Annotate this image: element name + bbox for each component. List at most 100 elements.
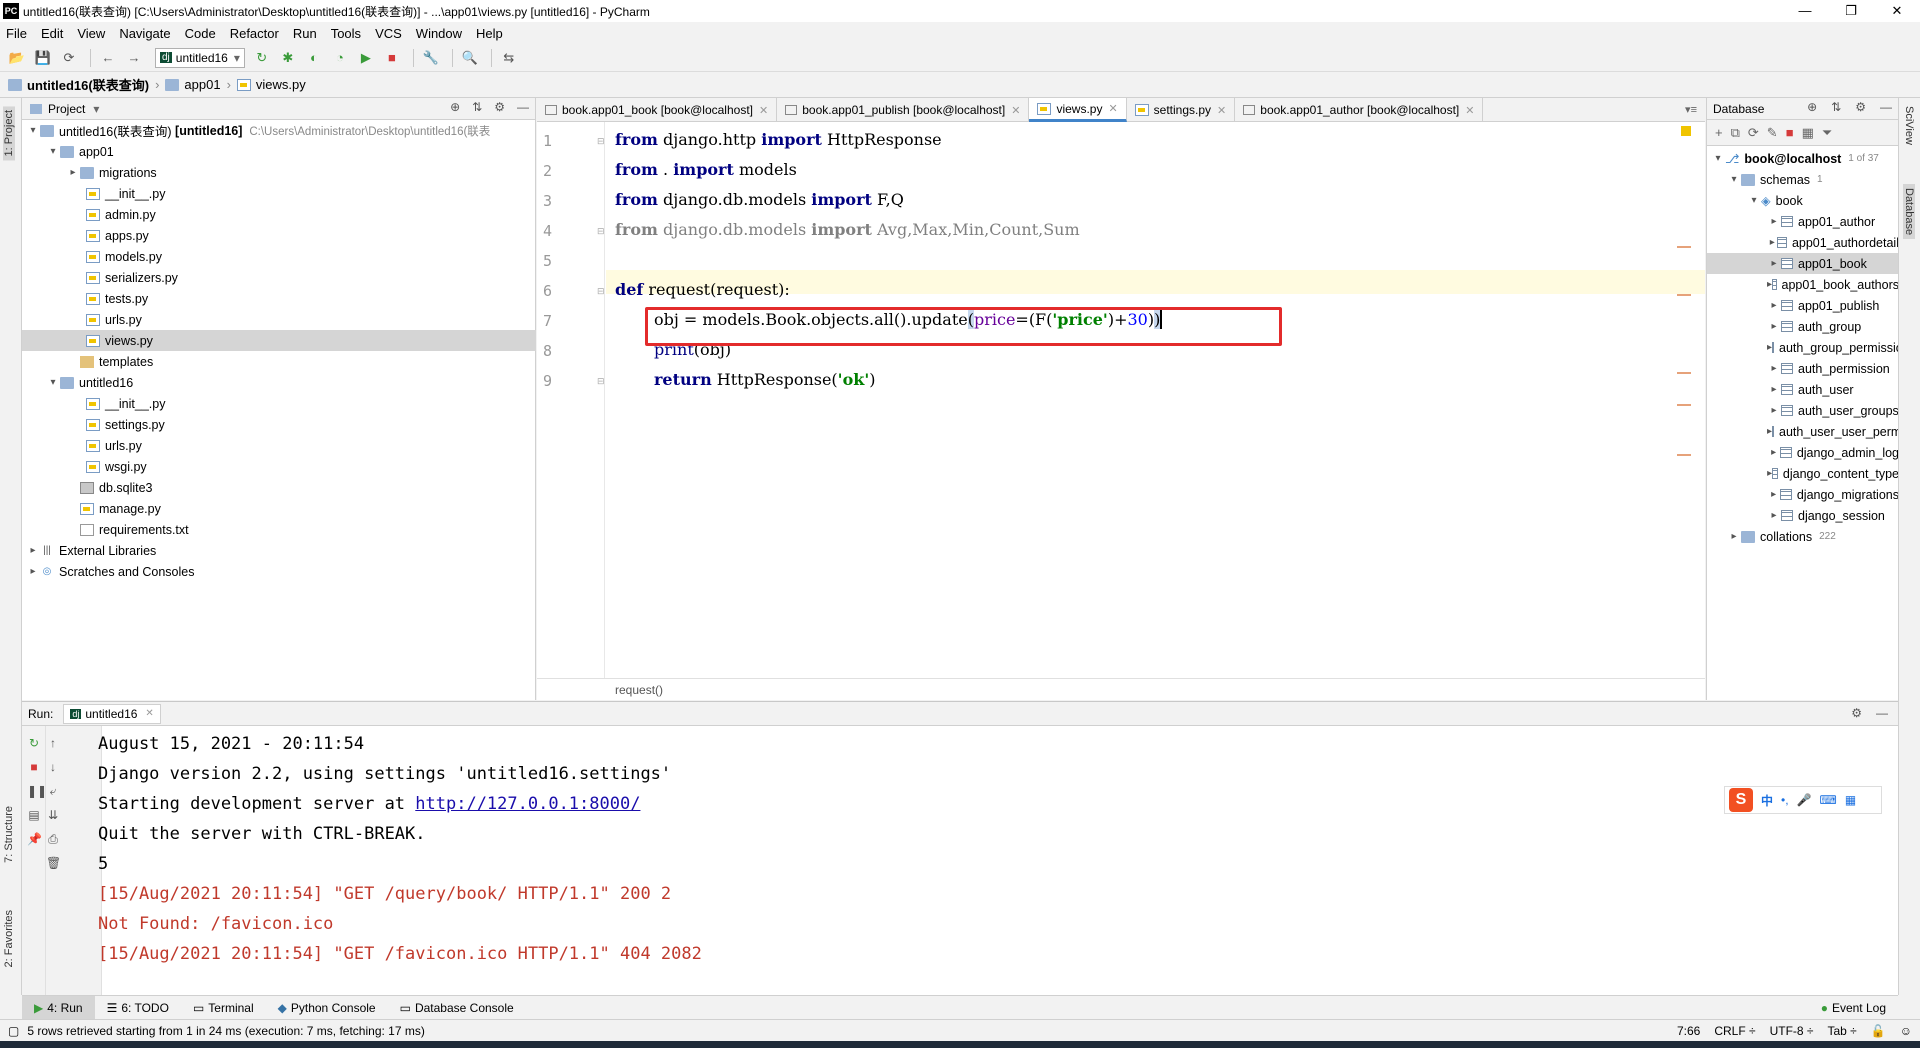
maximize-button[interactable]: ❐ — [1828, 0, 1874, 22]
debug-icon[interactable]: ✱ — [277, 48, 299, 68]
status-toggle-icon[interactable]: ▢ — [8, 1024, 19, 1038]
tab-book-app01-publish[interactable]: book.app01_publish [book@localhost] ✕ — [777, 98, 1030, 122]
editor-breadcrumb[interactable]: request() — [537, 678, 1705, 700]
tab-settings-py[interactable]: settings.py ✕ — [1127, 98, 1236, 122]
db-collations[interactable]: ▸ collations 222 — [1707, 526, 1899, 547]
pin-icon[interactable]: 📌 — [27, 832, 42, 846]
tab-book-app01-author[interactable]: book.app01_author [book@localhost] ✕ — [1235, 98, 1484, 122]
fold-icon[interactable]: ⊟ — [597, 226, 605, 237]
scroll-marker[interactable] — [1677, 454, 1691, 456]
close-icon[interactable]: ✕ — [1108, 102, 1117, 115]
tree-item-views[interactable]: views.py — [22, 330, 536, 351]
tree-item-migrations[interactable]: ▸ migrations — [22, 162, 536, 183]
tree-item-settings[interactable]: settings.py — [22, 414, 536, 435]
soft-wrap-icon[interactable]: ⤶ — [46, 784, 60, 798]
properties-icon[interactable]: ✎ — [1767, 125, 1778, 141]
menu-help[interactable]: Help — [476, 26, 503, 41]
scroll-marker[interactable] — [1677, 404, 1691, 406]
chevron-right-icon[interactable]: ▸ — [1767, 384, 1781, 395]
chevron-right-icon[interactable]: ▸ — [1767, 405, 1781, 416]
tool-tab-todo[interactable]: ☰ 6: TODO — [95, 996, 181, 1020]
open-folder-icon[interactable]: 📂 — [6, 48, 28, 68]
db-table[interactable]: ▸auth_user_user_permissions — [1707, 421, 1899, 442]
collapse-all-icon[interactable]: ⇅ — [472, 100, 482, 114]
db-table[interactable]: ▸ app01_book_authors — [1707, 274, 1899, 295]
server-url-link[interactable]: http://127.0.0.1:8000/ — [415, 794, 640, 814]
save-icon[interactable]: 💾 — [32, 48, 54, 68]
db-table[interactable]: ▸ auth_user — [1707, 379, 1899, 400]
fold-icon[interactable]: ⊟ — [597, 286, 605, 297]
grid-icon[interactable]: ▦ — [1845, 793, 1856, 807]
chevron-right-icon[interactable]: ▸ — [1767, 216, 1781, 227]
profile-icon[interactable]: ◔ — [329, 48, 351, 68]
close-button[interactable]: ✕ — [1874, 0, 1920, 22]
db-table[interactable]: ▸ django_admin_log — [1707, 442, 1899, 463]
db-table[interactable]: ▸ app01_publish — [1707, 295, 1899, 316]
chevron-down-icon[interactable]: ▾ — [26, 125, 40, 136]
tree-item-wsgi[interactable]: wsgi.py — [22, 456, 536, 477]
database-tool-tab[interactable]: Database — [1903, 184, 1915, 240]
trash-icon[interactable]: 🗑 — [46, 856, 61, 870]
tree-item-admin[interactable]: admin.py — [22, 204, 536, 225]
refresh-icon[interactable]: ⟳ — [1748, 125, 1759, 141]
tree-item-apps[interactable]: apps.py — [22, 225, 536, 246]
tree-item-templates[interactable]: templates — [22, 351, 536, 372]
chevron-right-icon[interactable]: ▸ — [1767, 447, 1780, 458]
run-with-icon[interactable]: ▶ — [355, 48, 377, 68]
scroll-marker[interactable] — [1677, 294, 1691, 296]
line-separator[interactable]: CRLF ÷ — [1714, 1024, 1755, 1038]
hide-icon[interactable]: — — [1876, 706, 1888, 720]
search-icon[interactable]: 🔍 — [459, 48, 481, 68]
tab-list-icon[interactable]: ▾≡ — [1685, 103, 1697, 116]
menu-view[interactable]: View — [77, 26, 105, 41]
coverage-icon[interactable]: ◐ — [303, 48, 325, 68]
gear-icon[interactable]: ⚙ — [1851, 706, 1862, 720]
ime-punct-toggle[interactable]: •, — [1781, 793, 1789, 807]
back-icon[interactable]: ← — [97, 48, 119, 68]
gear-icon[interactable]: ⚙ — [494, 100, 505, 114]
close-icon[interactable]: ✕ — [759, 104, 768, 117]
chevron-down-icon[interactable]: ▾ — [1727, 174, 1741, 185]
db-table[interactable]: ▸ app01_book — [1707, 253, 1899, 274]
menu-code[interactable]: Code — [185, 26, 216, 41]
hide-icon[interactable]: — — [517, 100, 529, 114]
db-connection[interactable]: ▾ ⎇ book@localhost 1 of 37 — [1707, 148, 1899, 169]
stop-icon[interactable]: ■ — [27, 760, 41, 774]
tool-tab-run[interactable]: ▶ 4: Run — [22, 995, 95, 1020]
rerun-icon[interactable]: ↻ — [27, 736, 41, 750]
stop-icon[interactable]: ■ — [1786, 125, 1794, 140]
sync-icon[interactable]: ⟳ — [58, 48, 80, 68]
ime-lang-toggle[interactable]: 中 — [1761, 792, 1773, 809]
chevron-right-icon[interactable]: ▸ — [1767, 321, 1781, 332]
db-table[interactable]: ▸ auth_user_groups — [1707, 400, 1899, 421]
close-icon[interactable]: ✕ — [1465, 104, 1474, 117]
filter-icon[interactable]: ⏷ — [1822, 125, 1832, 141]
add-icon[interactable]: + — [1715, 125, 1723, 140]
structure-tool-tab[interactable]: 7: Structure — [3, 806, 15, 863]
fold-icon[interactable]: ⊟ — [597, 376, 605, 387]
file-encoding[interactable]: UTF-8 ÷ — [1770, 1024, 1814, 1038]
db-table[interactable]: ▸ auth_permission — [1707, 358, 1899, 379]
db-table[interactable]: ▸ app01_authordetail — [1707, 232, 1899, 253]
down-arrow-icon[interactable]: ↓ — [46, 760, 60, 774]
copy-icon[interactable]: ⧉ — [1731, 125, 1740, 141]
collapse-all-icon[interactable]: ⇅ — [1831, 100, 1841, 114]
chevron-right-icon[interactable]: ▸ — [1767, 300, 1781, 311]
chevron-down-icon[interactable]: ▾ — [46, 377, 60, 388]
chevron-right-icon[interactable]: ▸ — [1767, 510, 1781, 521]
tree-item-manage[interactable]: manage.py — [22, 498, 536, 519]
table-view-icon[interactable]: ▦ — [1802, 125, 1814, 141]
menu-file[interactable]: File — [6, 26, 27, 41]
tool-tab-database-console[interactable]: ▭ Database Console — [388, 996, 526, 1020]
project-view-select[interactable]: Project — [48, 102, 85, 116]
chevron-right-icon[interactable]: ▸ — [1767, 489, 1780, 500]
close-icon[interactable]: ✕ — [145, 708, 153, 719]
tree-item-scratches[interactable]: ▸ ◎ Scratches and Consoles — [22, 561, 536, 582]
tree-item-models[interactable]: models.py — [22, 246, 536, 267]
close-icon[interactable]: ✕ — [1217, 104, 1226, 117]
breadcrumb-item-file[interactable]: views.py — [236, 77, 306, 92]
tab-book-app01-book[interactable]: book.app01_book [book@localhost] ✕ — [537, 98, 778, 122]
menu-window[interactable]: Window — [416, 26, 462, 41]
menu-vcs[interactable]: VCS — [375, 26, 402, 41]
chevron-right-icon[interactable]: ▸ — [1767, 363, 1781, 374]
